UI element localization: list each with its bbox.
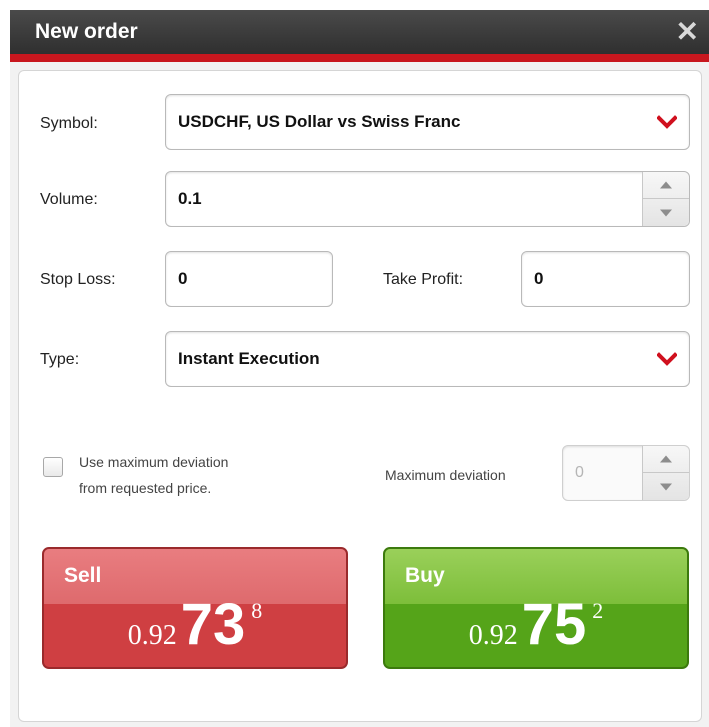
sell-price: 0.9273 8: [44, 591, 346, 658]
title-bar: New order ✕: [10, 10, 709, 62]
spin-down-icon[interactable]: [643, 199, 689, 226]
max-deviation-checkbox[interactable]: [43, 457, 63, 477]
symbol-label: Symbol:: [40, 115, 98, 132]
volume-stepper: [642, 172, 689, 226]
spin-up-icon: [643, 446, 689, 473]
spin-down-icon: [643, 473, 689, 500]
buy-price: 0.9275 2: [385, 591, 687, 658]
spin-up-icon[interactable]: [643, 172, 689, 199]
sell-price-sup: 8: [251, 598, 263, 623]
volume-value: 0.1: [178, 189, 202, 208]
sell-button[interactable]: Sell 0.9273 8: [42, 547, 348, 669]
take-profit-value: 0: [534, 269, 544, 288]
chevron-down-icon[interactable]: [657, 352, 677, 366]
sell-label: Sell: [64, 564, 102, 587]
max-deviation-input: 0: [562, 445, 690, 501]
buy-price-prefix: 0.92: [468, 620, 518, 651]
take-profit-label: Take Profit:: [383, 271, 464, 288]
dialog-title: New order: [35, 20, 138, 43]
close-icon[interactable]: ✕: [676, 16, 699, 48]
buy-price-big: 75: [521, 592, 587, 657]
volume-label: Volume:: [40, 191, 98, 208]
type-value: Instant Execution: [178, 349, 320, 368]
max-deviation-checkbox-label-line2: from requested price.: [79, 480, 212, 496]
symbol-value: USDCHF, US Dollar vs Swiss Franc: [178, 112, 461, 131]
symbol-select[interactable]: USDCHF, US Dollar vs Swiss Franc: [165, 94, 690, 150]
max-deviation-label: Maximum deviation: [385, 467, 506, 483]
sell-price-prefix: 0.92: [127, 620, 177, 651]
buy-price-sup: 2: [592, 598, 604, 623]
type-select[interactable]: Instant Execution: [165, 331, 690, 387]
buy-label: Buy: [405, 564, 445, 587]
stop-loss-value: 0: [178, 269, 188, 288]
volume-input[interactable]: 0.1: [165, 171, 690, 227]
max-deviation-value: 0: [575, 464, 584, 481]
take-profit-input[interactable]: 0: [521, 251, 690, 307]
type-label: Type:: [40, 351, 80, 368]
stop-loss-label: Stop Loss:: [40, 271, 116, 288]
stop-loss-input[interactable]: 0: [165, 251, 333, 307]
max-deviation-checkbox-label-line1: Use maximum deviation: [79, 454, 229, 470]
chevron-down-icon[interactable]: [657, 115, 677, 129]
buy-button[interactable]: Buy 0.9275 2: [383, 547, 689, 669]
max-deviation-stepper: [642, 446, 689, 500]
sell-price-big: 73: [180, 592, 246, 657]
